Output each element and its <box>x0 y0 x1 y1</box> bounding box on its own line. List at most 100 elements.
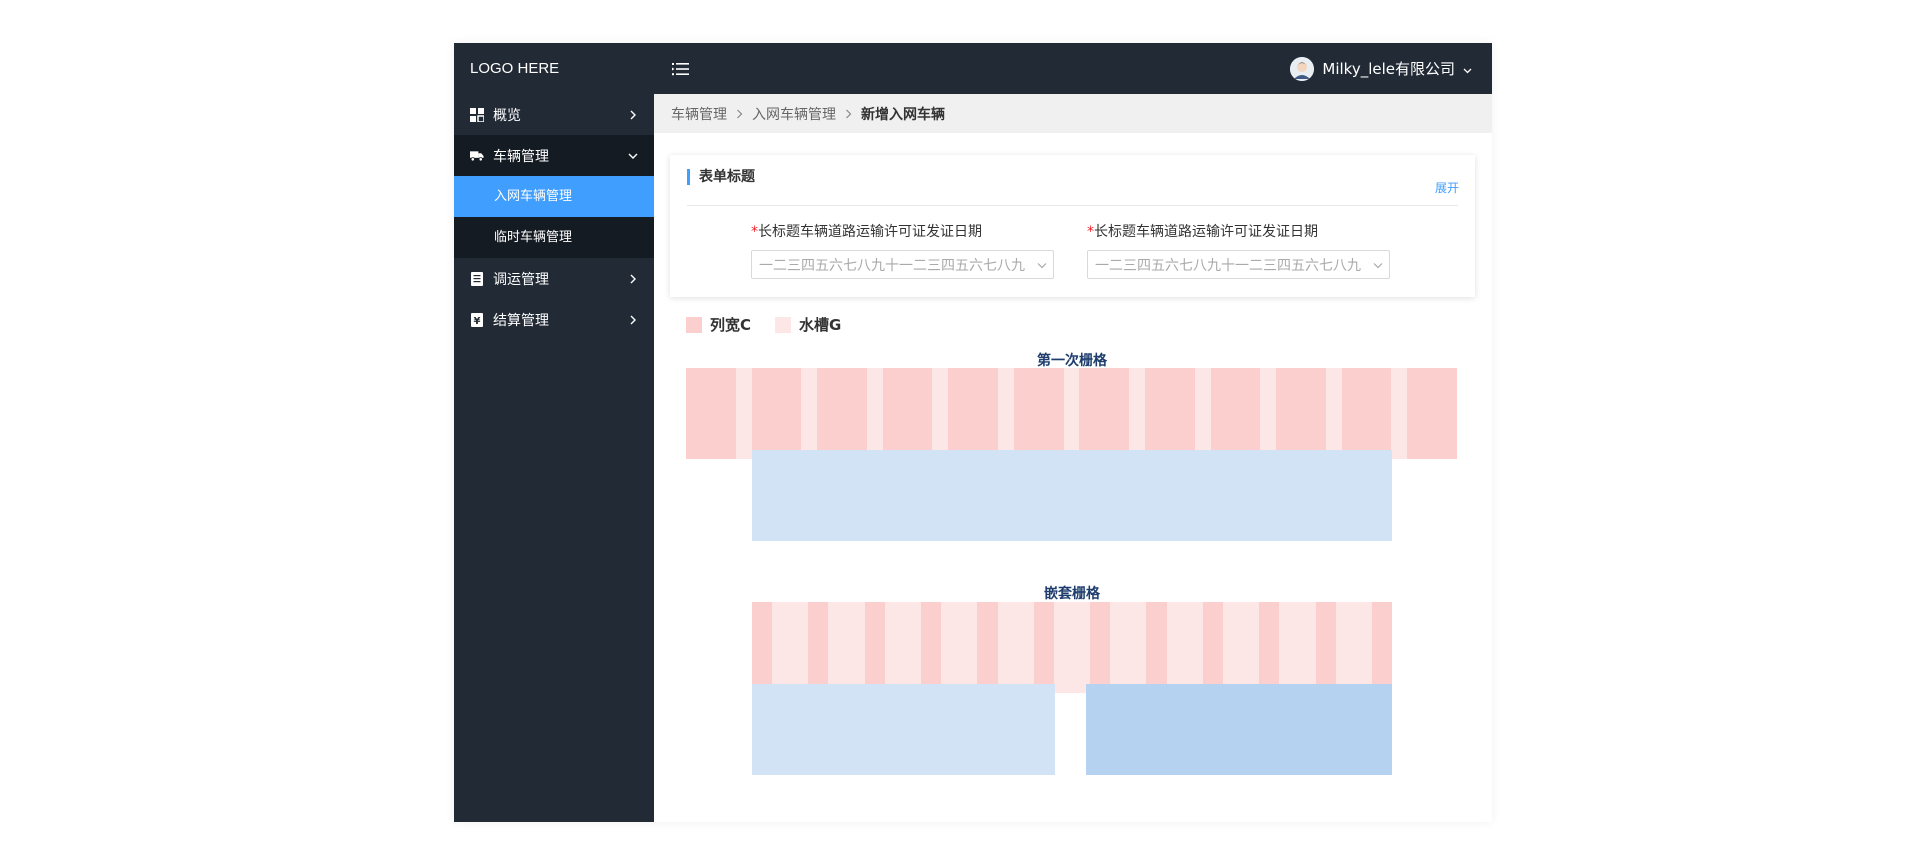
chevron-right-icon <box>628 274 638 284</box>
first-grid-strip <box>686 368 1457 459</box>
logo: LOGO HERE <box>470 60 560 77</box>
sidebar-item-label: 结算管理 <box>493 312 549 329</box>
grid-column <box>921 602 942 693</box>
grid-column <box>1145 368 1195 459</box>
sidebar-item-settlement[interactable]: ¥ 结算管理 <box>454 299 654 340</box>
grid-column <box>882 368 933 459</box>
app-frame: LOGO HERE 概览 车辆管理 入网车辆管理 临时车辆管理 调运管理 ¥ 结… <box>454 43 1492 822</box>
sidebar: LOGO HERE 概览 车辆管理 入网车辆管理 临时车辆管理 调运管理 ¥ 结… <box>454 43 654 822</box>
grid-gutter <box>1053 602 1091 693</box>
grid-column <box>1202 602 1223 693</box>
grid-gutter <box>1194 368 1211 459</box>
chevron-down-icon <box>628 151 638 161</box>
chevron-right-icon <box>628 315 638 325</box>
nested-grid-title: 嵌套栅格 <box>1044 586 1100 602</box>
dashboard-icon <box>470 107 484 122</box>
legend-item-gutter: 水槽G <box>775 314 841 335</box>
submenu-vehicles: 入网车辆管理 临时车辆管理 <box>454 176 654 258</box>
menu-toggle-icon[interactable] <box>672 61 690 77</box>
legend-label: 水槽G <box>799 316 842 334</box>
grid-gutter <box>1325 368 1342 459</box>
date-select[interactable]: 一二三四五六七八九十一二三四五六七八九 <box>1087 250 1390 279</box>
user-name: Milky_lele有限公司 <box>1322 60 1455 78</box>
svg-text:¥: ¥ <box>474 316 481 327</box>
grid-gutter <box>801 368 818 459</box>
form-title: 表单标题 <box>687 169 755 185</box>
user-menu[interactable]: Milky_lele有限公司 <box>1290 56 1472 81</box>
chevron-down-icon <box>1373 257 1383 273</box>
grid-gutter <box>1335 602 1372 693</box>
grid-gutter <box>866 368 883 459</box>
nested-grid-strip <box>752 602 1392 693</box>
grid-column <box>948 368 998 459</box>
grid-gutter <box>941 602 978 693</box>
required-mark: * <box>1087 224 1094 240</box>
breadcrumb-link-vehicles[interactable]: 车辆管理 <box>671 104 727 124</box>
grid-column <box>1341 368 1392 459</box>
legend-label: 列宽C <box>710 316 752 334</box>
breadcrumb-link-network-vehicles[interactable]: 入网车辆管理 <box>752 104 836 124</box>
sidebar-item-dispatch[interactable]: 调运管理 <box>454 258 654 299</box>
grid-column <box>686 368 736 459</box>
grid-column <box>1033 602 1054 693</box>
first-grid-title: 第一次栅格 <box>1037 353 1107 369</box>
date-select[interactable]: 一二三四五六七八九十一二三四五六七八九 <box>751 250 1054 279</box>
sidebar-subitem-network-vehicles[interactable]: 入网车辆管理 <box>454 176 654 217</box>
chevron-right-icon <box>628 110 638 120</box>
grid-column <box>1013 368 1064 459</box>
sidebar-item-label: 车辆管理 <box>493 148 549 165</box>
truck-icon <box>470 149 484 163</box>
grid-column <box>1090 602 1111 693</box>
grid-gutter <box>828 602 865 693</box>
divider <box>687 205 1458 206</box>
chevron-right-icon <box>845 109 852 119</box>
form-field: *长标题车辆道路运输许可证发证日期 一二三四五六七八九十一二三四五六七八九 <box>751 222 1054 279</box>
select-placeholder: 一二三四五六七八九十一二三四五六七八九 <box>1095 257 1361 274</box>
grid-gutter <box>1110 602 1147 693</box>
grid-block <box>1086 684 1392 775</box>
clipboard-icon <box>470 271 484 286</box>
grid-gutter <box>1129 368 1146 459</box>
sidebar-subitem-temporary-vehicles[interactable]: 临时车辆管理 <box>454 217 654 258</box>
grid-block <box>752 450 1392 541</box>
grid-gutter <box>772 602 809 693</box>
form-card: 表单标题 展开 *长标题车辆道路运输许可证发证日期 一二三四五六七八九十一二三四… <box>670 155 1475 297</box>
grid-gutter <box>884 602 922 693</box>
avatar <box>1290 56 1315 81</box>
grid-gutter <box>932 368 949 459</box>
grid-column <box>752 602 773 693</box>
grid-gutter <box>735 368 752 459</box>
grid-column <box>751 368 802 459</box>
page-content: 表单标题 展开 *长标题车辆道路运输许可证发证日期 一二三四五六七八九十一二三四… <box>654 133 1492 822</box>
grid-column <box>1371 602 1392 693</box>
top-bar: Milky_lele有限公司 <box>654 43 1492 94</box>
field-label: *长标题车辆道路运输许可证发证日期 <box>751 224 982 240</box>
sidebar-item-label: 调运管理 <box>493 271 549 288</box>
select-placeholder: 一二三四五六七八九十一二三四五六七八九 <box>759 257 1025 274</box>
grid-gutter <box>1063 368 1080 459</box>
grid-column <box>1259 602 1280 693</box>
legend-item-column: 列宽C <box>686 314 751 335</box>
receipt-icon: ¥ <box>470 312 484 327</box>
grid-column <box>977 602 998 693</box>
grid-gutter <box>997 368 1014 459</box>
grid-gutter <box>1391 368 1408 459</box>
grid-block <box>752 684 1055 775</box>
grid-gutter <box>1260 368 1277 459</box>
grid-gutter <box>1166 602 1203 693</box>
grid-column <box>1210 368 1261 459</box>
form-field: *长标题车辆道路运输许可证发证日期 一二三四五六七八九十一二三四五六七八九 <box>1087 222 1390 279</box>
grid-column <box>808 602 829 693</box>
sidebar-item-overview[interactable]: 概览 <box>454 94 654 135</box>
required-mark: * <box>751 224 758 240</box>
grid-column <box>1146 602 1167 693</box>
chevron-right-icon <box>736 109 743 119</box>
breadcrumb: 车辆管理 入网车辆管理 新增入网车辆 <box>654 94 1492 133</box>
grid-column <box>1276 368 1326 459</box>
legend-swatch <box>775 316 792 333</box>
sidebar-item-label: 概览 <box>493 107 521 124</box>
grid-column <box>1079 368 1130 459</box>
sidebar-item-vehicles[interactable]: 车辆管理 <box>454 135 654 176</box>
grid-gutter <box>1222 602 1260 693</box>
expand-link[interactable]: 展开 <box>1435 179 1459 196</box>
